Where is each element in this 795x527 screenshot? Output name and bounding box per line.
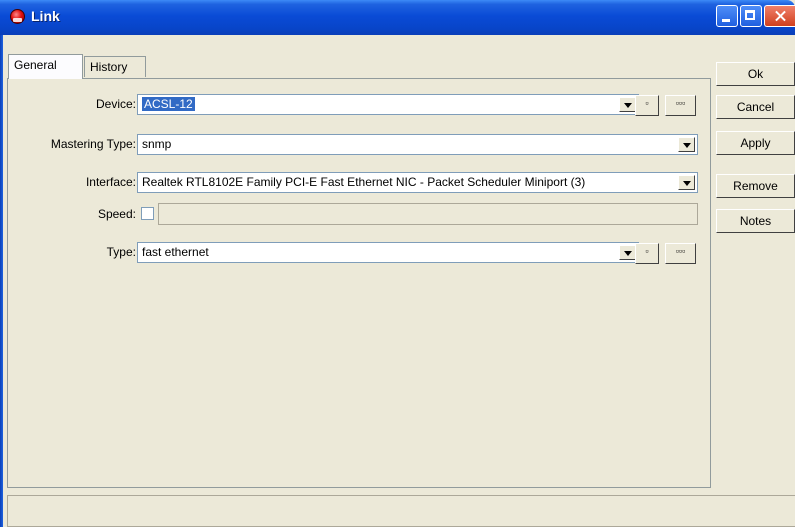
ok-button[interactable]: Ok: [716, 62, 795, 86]
device-combo[interactable]: ACSL-12: [137, 94, 639, 115]
cancel-button[interactable]: Cancel: [716, 95, 795, 119]
apply-button[interactable]: Apply: [716, 131, 795, 155]
speed-label: Speed:: [97, 207, 136, 221]
status-bar: [7, 495, 795, 527]
device-more-button[interactable]: ▫▫▫: [665, 95, 696, 116]
title-bar[interactable]: Link: [0, 0, 795, 35]
type-edit-button[interactable]: ▫: [635, 243, 659, 264]
maximize-icon[interactable]: [740, 5, 762, 27]
app-icon: [10, 9, 25, 24]
interface-label: Interface:: [85, 175, 136, 189]
type-value: fast ethernet: [142, 245, 209, 259]
chevron-down-icon[interactable]: [619, 245, 636, 260]
interface-value: Realtek RTL8102E Family PCI-E Fast Ether…: [142, 175, 586, 189]
mastering-type-label: Mastering Type:: [50, 137, 136, 151]
close-icon[interactable]: [764, 5, 795, 27]
chevron-down-icon[interactable]: [619, 97, 636, 112]
window-border: [0, 35, 3, 527]
notes-button[interactable]: Notes: [716, 209, 795, 233]
speed-checkbox[interactable]: [141, 207, 154, 220]
device-edit-button[interactable]: ▫: [635, 95, 659, 116]
type-label: Type:: [106, 245, 136, 259]
window-title: Link: [31, 8, 60, 24]
remove-button[interactable]: Remove: [716, 174, 795, 198]
mastering-type-value: snmp: [142, 137, 172, 151]
chevron-down-icon[interactable]: [678, 175, 695, 190]
device-label: Device:: [95, 97, 136, 111]
tab-general[interactable]: General: [8, 54, 83, 79]
tab-history[interactable]: History: [84, 56, 146, 77]
interface-combo[interactable]: Realtek RTL8102E Family PCI-E Fast Ether…: [137, 172, 698, 193]
mastering-type-combo[interactable]: snmp: [137, 134, 698, 155]
type-combo[interactable]: fast ethernet: [137, 242, 639, 263]
speed-field: [158, 203, 698, 225]
chevron-down-icon[interactable]: [678, 137, 695, 152]
link-window: Link General History Device: ACSL-12 ▫ ▫…: [0, 0, 795, 527]
minimize-icon[interactable]: [716, 5, 738, 27]
general-panel: Device: ACSL-12 ▫ ▫▫▫ Mastering Type: sn…: [7, 78, 711, 488]
type-more-button[interactable]: ▫▫▫: [665, 243, 696, 264]
device-value: ACSL-12: [142, 97, 195, 111]
